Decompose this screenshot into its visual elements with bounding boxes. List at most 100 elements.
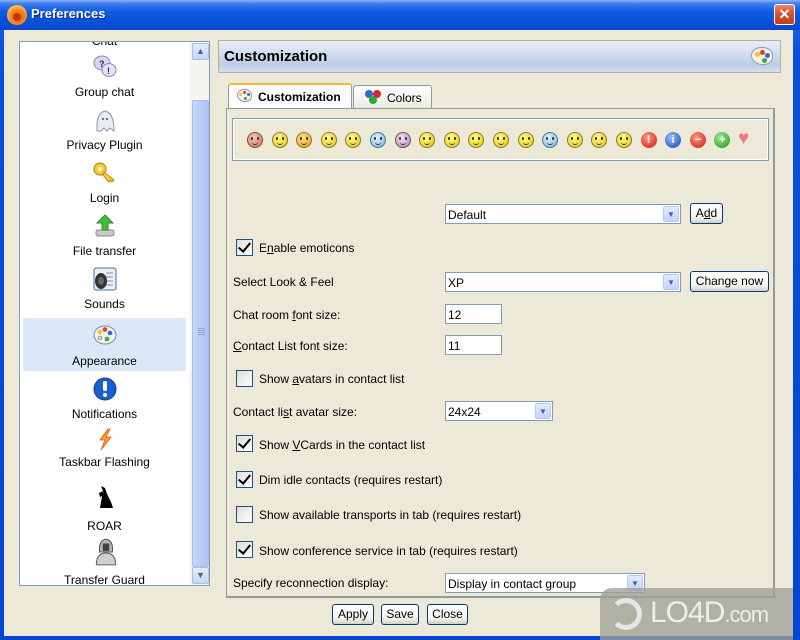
avatar-size-label: Contact list avatar size: bbox=[233, 405, 358, 419]
palette-icon bbox=[237, 89, 252, 102]
chevron-down-icon[interactable]: ▼ bbox=[535, 403, 551, 419]
emoticon-devil-icon[interactable] bbox=[394, 132, 411, 148]
emoticon-minus-icon[interactable]: − bbox=[689, 132, 706, 148]
contact-font-size-input[interactable]: 11 bbox=[445, 335, 502, 355]
sidebar-scrollbar[interactable]: ▲ ▼ bbox=[190, 42, 209, 585]
input-value: 11 bbox=[448, 339, 461, 353]
avatar-size-select[interactable]: 24x24 ▼ bbox=[445, 401, 553, 421]
emoticon-grin-icon[interactable] bbox=[419, 132, 436, 148]
apply-button[interactable]: Apply bbox=[332, 604, 374, 625]
close-button[interactable]: Close bbox=[427, 604, 468, 625]
sidebar-item-roar[interactable]: ROAR bbox=[23, 480, 186, 535]
save-button[interactable]: Save bbox=[381, 604, 419, 625]
exclamation-icon bbox=[93, 377, 117, 401]
look-feel-select[interactable]: XP ▼ bbox=[445, 272, 681, 292]
emoticon-plus-icon[interactable]: + bbox=[714, 132, 731, 148]
sidebar-item-group-chat[interactable]: ? ! Group chat bbox=[23, 52, 186, 102]
emoticon-glyph: ♥ bbox=[738, 128, 750, 149]
emoticon-glyph: ! bbox=[646, 134, 651, 146]
emoticon-heart-icon[interactable]: ♥ bbox=[738, 128, 755, 149]
emoticon-love-icon[interactable] bbox=[493, 132, 509, 148]
chevron-up-icon: ▲ bbox=[196, 46, 205, 56]
select-value: Default bbox=[448, 208, 487, 222]
emoticon-wink-icon[interactable] bbox=[271, 132, 288, 148]
tab-label: Customization bbox=[258, 90, 341, 104]
chat-font-size-label: Chat room font size: bbox=[233, 308, 341, 322]
customization-panel: ! i − + ♥ Default ▼ Add Enable emoticons Sel… bbox=[226, 108, 775, 598]
contact-font-size-label: Contact List font size: bbox=[233, 339, 348, 353]
emoticon-confused-icon[interactable] bbox=[320, 132, 337, 148]
client-area: Chat ? ! Group chat Privacy Plugin Login… bbox=[4, 30, 793, 636]
chevron-down-icon[interactable]: ▼ bbox=[663, 206, 679, 222]
close-window-button[interactable]: ✕ bbox=[774, 4, 795, 25]
sidebar-item-label: Sounds bbox=[84, 297, 125, 311]
add-emoticon-set-button[interactable]: Add bbox=[690, 203, 723, 224]
emoticon-cool-icon[interactable] bbox=[345, 132, 362, 148]
dim-idle-checkbox[interactable] bbox=[236, 471, 253, 488]
emoticon-preview-bar: ! i − + ♥ bbox=[232, 118, 769, 161]
sidebar-item-chat-partial[interactable]: Chat bbox=[23, 42, 186, 48]
change-now-button[interactable]: Change now bbox=[690, 271, 769, 292]
tab-customization[interactable]: Customization bbox=[228, 83, 352, 108]
emoticon-surprised-icon[interactable] bbox=[517, 132, 534, 148]
title-bar[interactable]: Preferences ✕ bbox=[0, 0, 800, 30]
tab-colors[interactable]: Colors bbox=[353, 85, 432, 108]
show-conference-checkbox[interactable] bbox=[236, 541, 253, 558]
sidebar-item-appearance[interactable]: Appearance bbox=[23, 318, 186, 371]
emoticon-crying-icon[interactable] bbox=[370, 132, 386, 148]
emoticon-sad-icon[interactable] bbox=[542, 132, 559, 148]
emoticon-happy-icon[interactable] bbox=[443, 132, 460, 148]
app-flame-icon bbox=[7, 5, 27, 25]
sidebar-item-label: Login bbox=[89, 191, 120, 205]
sidebar-item-login[interactable]: Login bbox=[23, 158, 186, 208]
ghost-icon bbox=[96, 110, 115, 133]
page-title: Customization bbox=[224, 48, 328, 65]
sidebar-item-label: Notifications bbox=[71, 407, 138, 421]
emoticon-tongue-icon[interactable] bbox=[616, 132, 632, 148]
speaker-icon bbox=[93, 267, 117, 291]
sidebar-item-transfer-guard[interactable]: Transfer Guard bbox=[23, 535, 186, 586]
show-vcards-label: Show VCards in the contact list bbox=[259, 438, 426, 452]
wolf-icon bbox=[99, 486, 113, 508]
sidebar-item-file-transfer[interactable]: File transfer bbox=[23, 211, 186, 261]
chevron-down-icon[interactable]: ▼ bbox=[663, 274, 679, 290]
watermark-text: LO4D.com bbox=[650, 596, 769, 629]
sidebar-item-privacy-plugin[interactable]: Privacy Plugin bbox=[23, 105, 186, 155]
preferences-window: Preferences ✕ Chat ? ! Group chat Privac… bbox=[0, 0, 800, 640]
dim-idle-label: Dim idle contacts (requires restart) bbox=[259, 473, 443, 487]
emoticon-set-select[interactable]: Default ▼ bbox=[445, 204, 681, 224]
emoticon-alert-icon[interactable]: ! bbox=[640, 132, 657, 148]
sidebar-item-label: Transfer Guard bbox=[64, 573, 145, 586]
enable-emoticons-checkbox[interactable] bbox=[236, 239, 253, 256]
show-conference-label: Show conference service in tab (requires… bbox=[259, 544, 518, 558]
emoticon-glyph: i bbox=[671, 134, 675, 146]
knight-helmet-icon bbox=[95, 538, 117, 566]
show-vcards-checkbox[interactable] bbox=[236, 435, 253, 452]
sidebar-item-notifications[interactable]: Notifications bbox=[23, 374, 186, 424]
sidebar-item-sounds[interactable]: Sounds bbox=[23, 264, 186, 314]
preferences-sidebar: Chat ? ! Group chat Privacy Plugin Login… bbox=[19, 41, 210, 586]
sidebar-item-taskbar-flashing[interactable]: Taskbar Flashing bbox=[23, 427, 186, 477]
svg-text:!: ! bbox=[107, 66, 110, 76]
emoticon-shocked-icon[interactable] bbox=[591, 132, 608, 148]
emoticon-laugh-icon[interactable] bbox=[468, 132, 485, 148]
emoticon-angry-icon[interactable] bbox=[247, 132, 263, 148]
sidebar-item-label: ROAR bbox=[87, 519, 122, 533]
lo4d-watermark: LO4D.com bbox=[600, 588, 793, 640]
grip-icon bbox=[198, 328, 205, 329]
look-feel-label: Select Look & Feel bbox=[233, 275, 334, 289]
input-value: 12 bbox=[448, 308, 462, 322]
show-transports-checkbox[interactable] bbox=[236, 506, 253, 523]
sidebar-list: Chat ? ! Group chat Privacy Plugin Login… bbox=[20, 42, 190, 585]
emoticon-neutral-icon[interactable] bbox=[566, 132, 583, 148]
select-value: 24x24 bbox=[448, 405, 481, 419]
emoticon-smile-icon[interactable] bbox=[296, 132, 313, 148]
window-title: Preferences bbox=[31, 6, 106, 21]
chat-font-size-input[interactable]: 12 bbox=[445, 304, 502, 324]
sidebar-item-label: Group chat bbox=[74, 85, 135, 99]
scroll-up-button[interactable]: ▲ bbox=[192, 43, 209, 60]
emoticon-info-icon[interactable]: i bbox=[665, 132, 682, 148]
scroll-down-button[interactable]: ▼ bbox=[192, 567, 209, 584]
scroll-thumb[interactable] bbox=[192, 100, 209, 567]
show-avatars-checkbox[interactable] bbox=[236, 370, 253, 387]
